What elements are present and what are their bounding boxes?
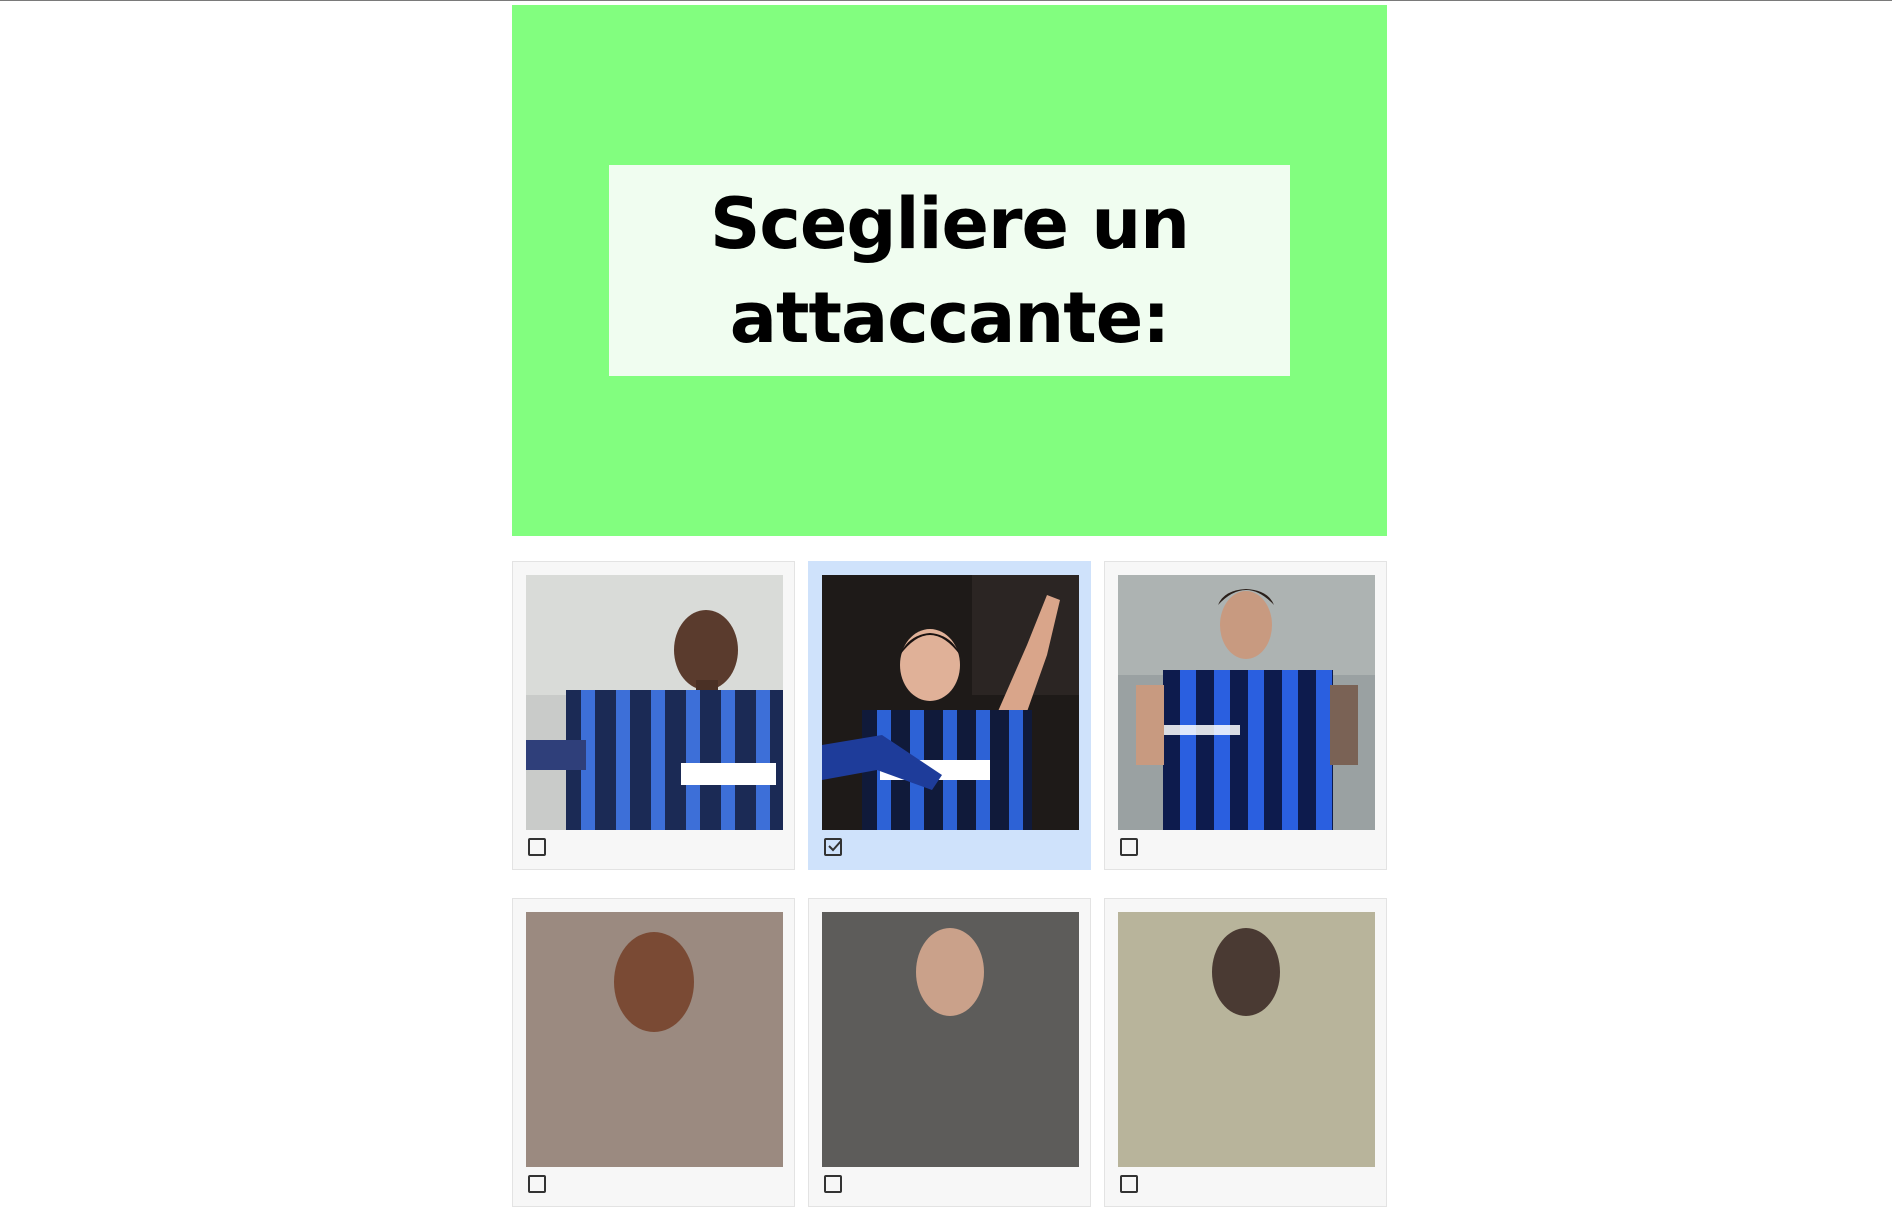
option-checkbox-3[interactable] [1120,838,1138,856]
answer-card-2[interactable] [808,561,1091,870]
option-checkbox-1[interactable] [528,838,546,856]
player-photo-icon[interactable] [1118,575,1375,830]
player-photo-icon[interactable] [526,575,783,830]
answer-card-1[interactable] [512,561,795,870]
option-checkbox-6[interactable] [1120,1175,1138,1193]
player-photo-icon[interactable] [1118,912,1375,1167]
survey-container: Scegliere un attaccante: [512,5,1387,1207]
answer-card-5[interactable] [808,898,1091,1207]
player-photo-icon[interactable] [526,912,783,1167]
checkmark-icon [828,840,842,852]
player-photo-icon[interactable] [822,912,1079,1167]
answer-card-3[interactable] [1104,561,1387,870]
question-box: Scegliere un attaccante: [609,165,1290,376]
option-checkbox-2[interactable] [824,838,842,856]
option-checkbox-4[interactable] [528,1175,546,1193]
top-divider [0,0,1892,1]
player-photo-icon[interactable] [822,575,1079,830]
answer-card-4[interactable] [512,898,795,1207]
question-banner: Scegliere un attaccante: [512,5,1387,536]
question-text: Scegliere un attaccante: [710,182,1190,359]
option-checkbox-5[interactable] [824,1175,842,1193]
answer-card-6[interactable] [1104,898,1387,1207]
